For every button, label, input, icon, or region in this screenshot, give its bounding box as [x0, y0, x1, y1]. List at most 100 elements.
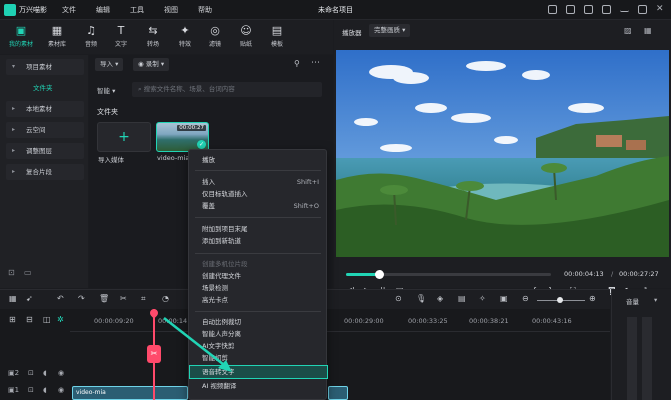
nav-project-media[interactable]: ▾ 项目素材	[6, 59, 84, 75]
more-icon[interactable]: ⋯	[311, 58, 320, 68]
timeline-clip-end[interactable]	[328, 386, 348, 400]
menu-item-ai-translate[interactable]: AI 视频翻译	[190, 380, 327, 392]
new-folder-icon[interactable]: ⊡	[8, 268, 15, 277]
folder-icon[interactable]: ▭	[24, 268, 32, 277]
audio-toggle-icon[interactable]: ◖	[43, 386, 47, 394]
delete-icon[interactable]: 🗑	[99, 294, 109, 303]
menu-item-smart-cut[interactable]: 智能初剪	[190, 352, 327, 364]
mail-icon[interactable]	[566, 5, 575, 14]
menu-item-insert-target[interactable]: 仅目标轨道插入	[190, 188, 327, 200]
chevron-down-icon[interactable]: ▾	[654, 296, 657, 304]
record-dropdown[interactable]: ◉ 录制 ▾	[133, 58, 170, 71]
nav-local-media[interactable]: ▸ 本地素材	[6, 101, 84, 117]
snap-icon[interactable]: ✲	[57, 315, 64, 324]
filter-icon[interactable]: ⚲	[294, 59, 300, 68]
menu-item-new-track[interactable]: 添加到新轨道	[190, 235, 327, 247]
cloud-icon[interactable]	[584, 5, 593, 14]
nav-folder[interactable]: 文件夹	[6, 80, 84, 96]
toolbar-item[interactable]: ▤ 模板	[262, 23, 292, 48]
menu-item-highlight-beat[interactable]: 高光卡点	[190, 294, 327, 306]
timeline-clip[interactable]: video-mia	[72, 386, 188, 400]
grid-icon[interactable]: ▦	[644, 26, 652, 35]
zoom-out-icon[interactable]: ⊖	[522, 294, 529, 303]
player-tab[interactable]: 播放器	[342, 27, 362, 37]
nav-adjust-layer[interactable]: ▸ 调整图层	[6, 143, 84, 159]
shield-icon[interactable]: ◈	[437, 294, 443, 303]
cut-icon[interactable]: ✂	[120, 294, 127, 303]
render-icon[interactable]: ⊙	[395, 294, 402, 303]
menu-item-insert[interactable]: 插入 Shift+I	[190, 176, 327, 188]
import-dropdown[interactable]: 导入 ▾	[95, 58, 124, 71]
menu-file[interactable]: 文件	[62, 5, 76, 15]
mic-icon[interactable]: 🎙	[416, 294, 426, 303]
select-icon[interactable]: ➹	[26, 294, 33, 303]
import-media-button[interactable]: +	[97, 122, 151, 152]
nav-label: 本地素材	[26, 105, 52, 113]
media-thumbnail[interactable]: 00:00:27 ✓	[156, 122, 209, 152]
add-track-icon[interactable]: ⊞	[9, 315, 16, 324]
menu-help[interactable]: 帮助	[198, 5, 212, 15]
caret-down-icon: ▾	[12, 63, 16, 70]
menu-tools[interactable]: 工具	[130, 5, 144, 15]
menu-item-scene-detect[interactable]: 场景检测	[190, 282, 327, 294]
toolbar-item[interactable]: ☺ 贴纸	[231, 23, 261, 48]
maximize-icon[interactable]	[638, 5, 647, 14]
menu-item-append[interactable]: 附加到项目末尾	[190, 223, 327, 235]
menu-edit[interactable]: 编辑	[96, 5, 110, 15]
menu-item-shortcut: Shift+O	[293, 202, 319, 210]
zoom-handle[interactable]	[557, 297, 563, 303]
menu-item-overwrite[interactable]: 覆盖 Shift+O	[190, 200, 327, 212]
nav-compound-clip[interactable]: ▸ 复合片段	[6, 164, 84, 180]
layout-icon[interactable]: ▦	[9, 294, 17, 303]
magnet-icon[interactable]: ◫	[43, 315, 51, 324]
minimize-icon[interactable]	[620, 7, 629, 12]
toolbar-item[interactable]: ▦ 素材库	[42, 23, 72, 48]
audio-toggle-icon[interactable]: ◖	[43, 369, 47, 377]
nav-cloud[interactable]: ▸ 云空间	[6, 122, 84, 138]
caption-icon[interactable]: ▤	[458, 294, 466, 303]
ai-icon[interactable]: ✧	[479, 294, 486, 303]
split-scissor-icon[interactable]: ✂	[147, 345, 161, 363]
menu-item-proxy[interactable]: 创建代理文件	[190, 270, 327, 282]
toolbar-item[interactable]: ▣ 我的素材	[6, 23, 36, 48]
lock-icon[interactable]: ⊡	[28, 386, 34, 394]
link-icon[interactable]: ⊟	[26, 315, 33, 324]
toolbar-item[interactable]: ✦ 特效	[170, 23, 200, 48]
search-input[interactable]: ⌕ 搜索文件名称、场景、台词内容	[132, 82, 322, 97]
lock-icon[interactable]: ⊡	[28, 369, 34, 377]
visibility-icon[interactable]: ◉	[58, 386, 64, 394]
menu-view[interactable]: 视图	[164, 5, 178, 15]
crop-icon[interactable]: ⌗	[141, 294, 146, 304]
app-logo-icon	[4, 4, 16, 16]
quality-dropdown[interactable]: 完整画质 ▾	[369, 24, 411, 37]
menu-item-speech-to-text[interactable]: 语音转文字	[189, 365, 328, 379]
menu-item-label: 附加到项目末尾	[202, 225, 248, 233]
record-icon: ◉	[138, 60, 144, 68]
menu-item-ai-text-cut[interactable]: AI文字快剪	[190, 340, 327, 352]
picture-icon[interactable]: ▣	[500, 294, 508, 303]
undo-icon[interactable]: ↶	[57, 294, 64, 303]
image-icon[interactable]: ▨	[624, 26, 632, 35]
playback-scrubber[interactable]	[346, 270, 551, 279]
zoom-in-icon[interactable]: ⊕	[589, 294, 596, 303]
user-icon[interactable]	[602, 5, 611, 14]
menu-separator	[195, 253, 321, 254]
toolbar-item[interactable]: T 文字	[106, 23, 136, 48]
time-mark: 00:00:43:16	[532, 317, 572, 325]
speed-icon[interactable]: ◔	[162, 294, 169, 303]
toolbar-item[interactable]: ◎ 滤镜	[200, 23, 230, 48]
menu-item-multicam: 创建多机位片段	[190, 258, 327, 270]
time-mark: 00:00:33:25	[408, 317, 448, 325]
visibility-icon[interactable]: ◉	[58, 369, 64, 377]
close-icon[interactable]: ✕	[656, 5, 665, 14]
save-icon[interactable]	[548, 5, 557, 14]
menu-item-play[interactable]: 播放	[190, 154, 327, 166]
toolbar-item[interactable]: ♫ 音频	[76, 23, 106, 48]
menu-item-vocal-separate[interactable]: 智能人声分离	[190, 328, 327, 340]
meter-left	[627, 317, 637, 400]
redo-icon[interactable]: ↷	[78, 294, 85, 303]
smart-dropdown[interactable]: 智能 ▾	[97, 85, 115, 95]
menu-item-auto-reframe[interactable]: 自动比例裁切	[190, 316, 327, 328]
scrubber-handle[interactable]	[375, 270, 384, 279]
toolbar-item[interactable]: ⇆ 转场	[138, 23, 168, 48]
